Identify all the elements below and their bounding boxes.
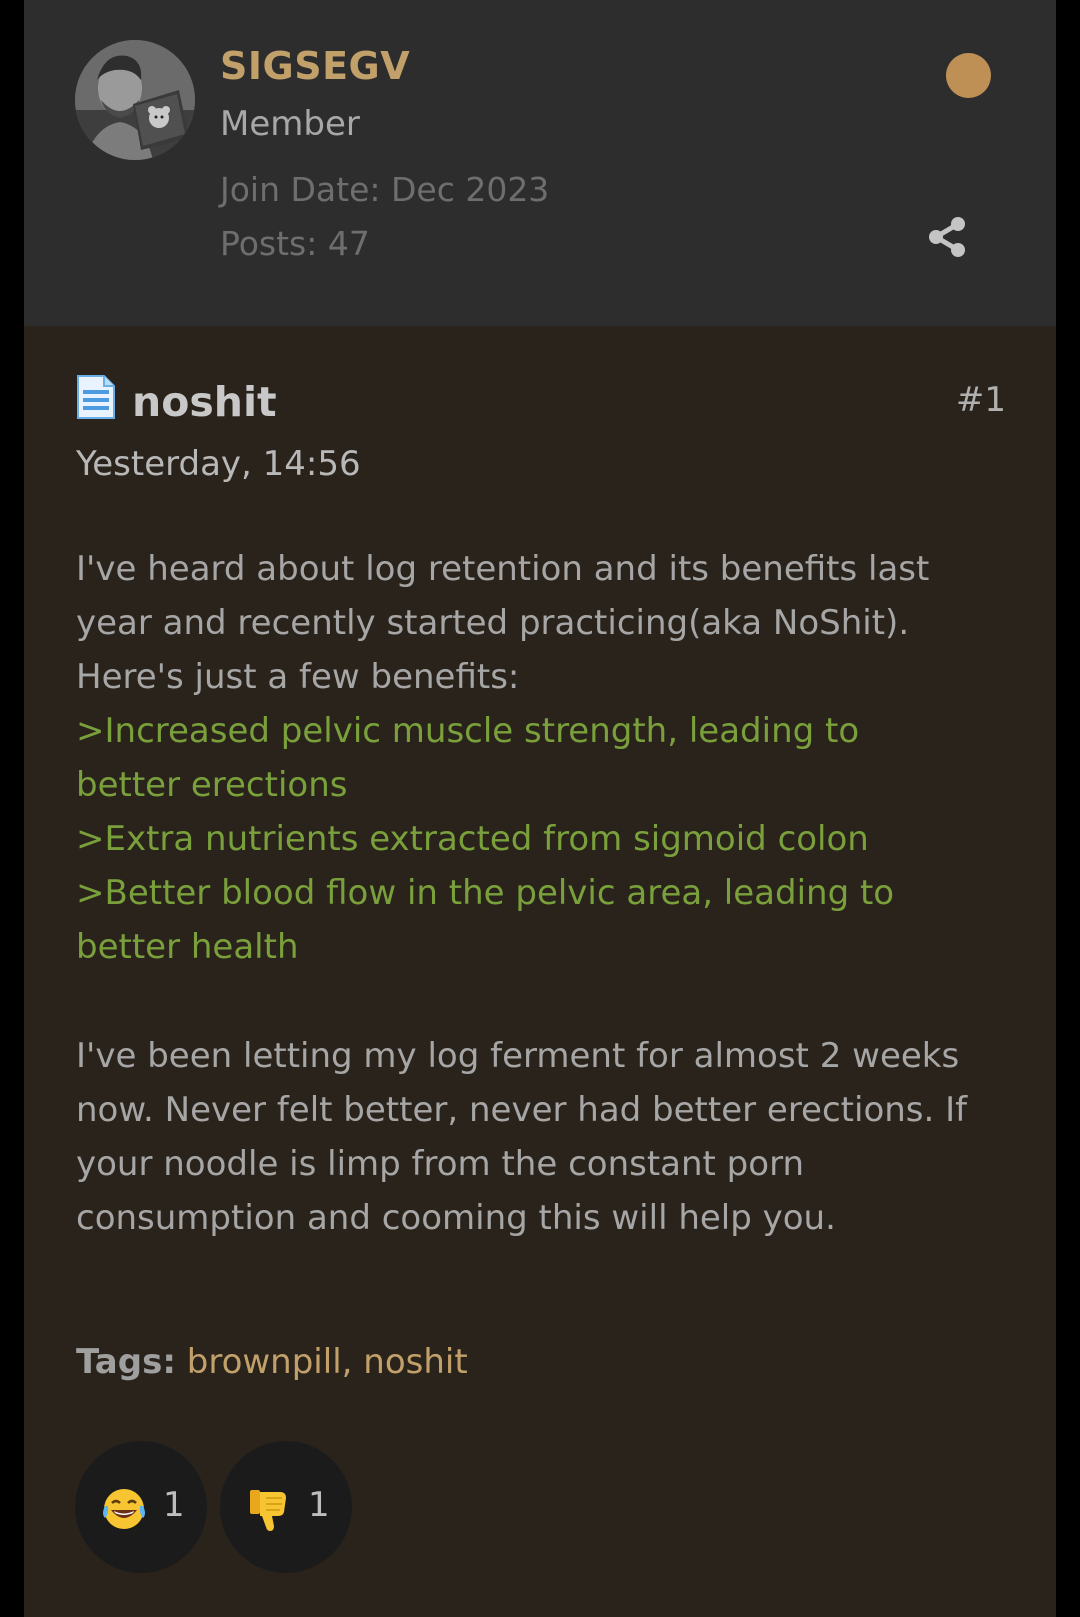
join-date: Join Date: Dec 2023 <box>220 170 550 209</box>
greentext-line: better erections <box>76 765 348 805</box>
tag-separator: , <box>341 1342 364 1382</box>
message-line: I've heard about log retention and its b… <box>76 549 930 589</box>
laughing-tears-emoji-icon <box>103 1489 145 1529</box>
tags-label: Tags: <box>76 1342 176 1382</box>
greentext-line: >Increased pelvic muscle strength, leadi… <box>76 711 860 751</box>
tag-list: Tags: brownpill, noshit <box>76 1342 468 1382</box>
avatar-image <box>75 40 195 160</box>
post-body: noshit #1 Yesterday, 14:56 I've heard ab… <box>24 326 1056 1617</box>
post-message-intro: I've heard about log retention and its b… <box>76 542 1026 974</box>
message-line: Here's just a few benefits: <box>76 657 520 697</box>
reaction-count: 1 <box>308 1485 330 1525</box>
avatar[interactable] <box>75 40 195 160</box>
online-status-icon <box>946 53 991 98</box>
greentext-line: >Extra nutrients extracted from sigmoid … <box>76 819 869 859</box>
post-number-link[interactable]: #1 <box>956 380 1006 420</box>
tag-link-brownpill[interactable]: brownpill <box>187 1342 342 1382</box>
post-count: Posts: 47 <box>220 224 370 263</box>
reaction-thumbs-down-button[interactable]: 1 <box>220 1441 352 1573</box>
tag-link-noshit[interactable]: noshit <box>363 1342 467 1382</box>
author-header: SIGSEGV Member Join Date: Dec 2023 Posts… <box>24 0 1056 326</box>
greentext-line: better health <box>76 927 299 967</box>
post-card: SIGSEGV Member Join Date: Dec 2023 Posts… <box>24 0 1056 1617</box>
post-timestamp: Yesterday, 14:56 <box>76 444 361 484</box>
user-role: Member <box>220 104 360 144</box>
share-icon[interactable] <box>924 214 970 260</box>
reaction-laughing-button[interactable]: 1 <box>75 1441 207 1573</box>
thumbs-down-emoji-icon <box>250 1490 286 1531</box>
message-line: your noodle is limp from the constant po… <box>76 1144 804 1184</box>
post-message-closing: I've been letting my log ferment for alm… <box>76 1029 1026 1245</box>
username[interactable]: SIGSEGV <box>220 44 410 88</box>
message-line: consumption and cooming this will help y… <box>76 1198 836 1238</box>
greentext-line: >Better blood flow in the pelvic area, l… <box>76 873 895 913</box>
document-icon <box>77 375 115 419</box>
message-line: I've been letting my log ferment for alm… <box>76 1036 960 1076</box>
message-line: now. Never felt better, never had better… <box>76 1090 968 1130</box>
post-title: noshit <box>132 378 277 426</box>
message-line: year and recently started practicing(aka… <box>76 603 910 643</box>
reaction-count: 1 <box>163 1485 185 1525</box>
